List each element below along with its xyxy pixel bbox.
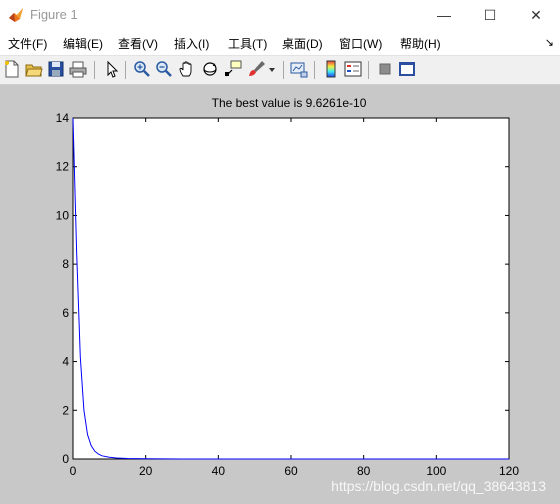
brush-icon[interactable]: [247, 60, 265, 78]
axes: [72, 117, 510, 460]
toolbar-separator: [125, 61, 126, 79]
edit-plot-icon[interactable]: [103, 60, 121, 78]
watermark: https://blog.csdn.net/qq_38643813: [331, 478, 546, 494]
zoom-out-icon[interactable]: [155, 60, 173, 78]
y-tick-label: 2: [62, 403, 69, 417]
y-tick-label: 12: [56, 160, 70, 174]
menu-file[interactable]: 文件(F): [8, 35, 47, 52]
y-tick-label: 14: [56, 111, 70, 125]
menu-insert[interactable]: 插入(I): [174, 35, 209, 52]
title-bar: Figure 1 — ☐ ✕: [0, 0, 560, 30]
legend-icon[interactable]: [344, 60, 362, 78]
y-tick-label: 6: [62, 306, 69, 320]
menu-help[interactable]: 帮助(H): [400, 35, 441, 52]
y-tick-label: 10: [56, 208, 70, 222]
minimize-button[interactable]: —: [421, 0, 467, 30]
toolbar-separator: [368, 61, 369, 79]
print-icon[interactable]: [69, 60, 87, 78]
x-tick-label: 100: [426, 464, 446, 478]
close-button[interactable]: ✕: [513, 0, 559, 30]
toolbar-separator: [283, 61, 284, 79]
save-icon[interactable]: [47, 60, 65, 78]
chart-title: The best value is 9.6261e-10: [212, 96, 367, 110]
x-tick-label: 120: [499, 464, 519, 478]
y-tick-label: 4: [62, 355, 69, 369]
colorbar-icon[interactable]: [322, 60, 340, 78]
dock-arrow-icon[interactable]: ↘: [545, 36, 554, 49]
menu-window[interactable]: 窗口(W): [339, 35, 382, 52]
maximize-button[interactable]: ☐: [467, 0, 513, 30]
menu-bar: 文件(F) 编辑(E) 查看(V) 插入(I) 工具(T) 桌面(D) 窗口(W…: [0, 30, 560, 55]
data-cursor-icon[interactable]: [224, 60, 242, 78]
rotate-3d-icon[interactable]: [201, 60, 219, 78]
matlab-icon: [8, 7, 24, 23]
x-tick-label: 0: [70, 464, 77, 478]
brush-dropdown-icon[interactable]: [267, 60, 279, 78]
window-title: Figure 1: [30, 7, 78, 22]
x-tick-label: 20: [139, 464, 153, 478]
new-figure-icon[interactable]: [3, 60, 21, 78]
zoom-in-icon[interactable]: [133, 60, 151, 78]
menu-desktop[interactable]: 桌面(D): [282, 35, 323, 52]
y-tick-label: 0: [62, 452, 69, 466]
menu-view[interactable]: 查看(V): [118, 35, 158, 52]
pan-icon[interactable]: [178, 60, 196, 78]
figure-toolbar: [0, 55, 560, 85]
x-tick-label: 60: [284, 464, 298, 478]
y-tick-label: 8: [62, 257, 69, 271]
toolbar-separator: [94, 61, 95, 79]
open-file-icon[interactable]: [25, 60, 43, 78]
x-tick-label: 80: [357, 464, 371, 478]
hide-plot-tools-icon[interactable]: [376, 60, 394, 78]
menu-tools[interactable]: 工具(T): [228, 35, 267, 52]
link-plot-icon[interactable]: [290, 60, 308, 78]
show-plot-tools-icon[interactable]: [398, 60, 416, 78]
toolbar-separator: [314, 61, 315, 79]
figure-canvas: The best value is 9.6261e-10 0 20 40 60 80 10…: [56, 96, 520, 478]
x-tick-label: 40: [212, 464, 226, 478]
menu-edit[interactable]: 编辑(E): [63, 35, 103, 52]
